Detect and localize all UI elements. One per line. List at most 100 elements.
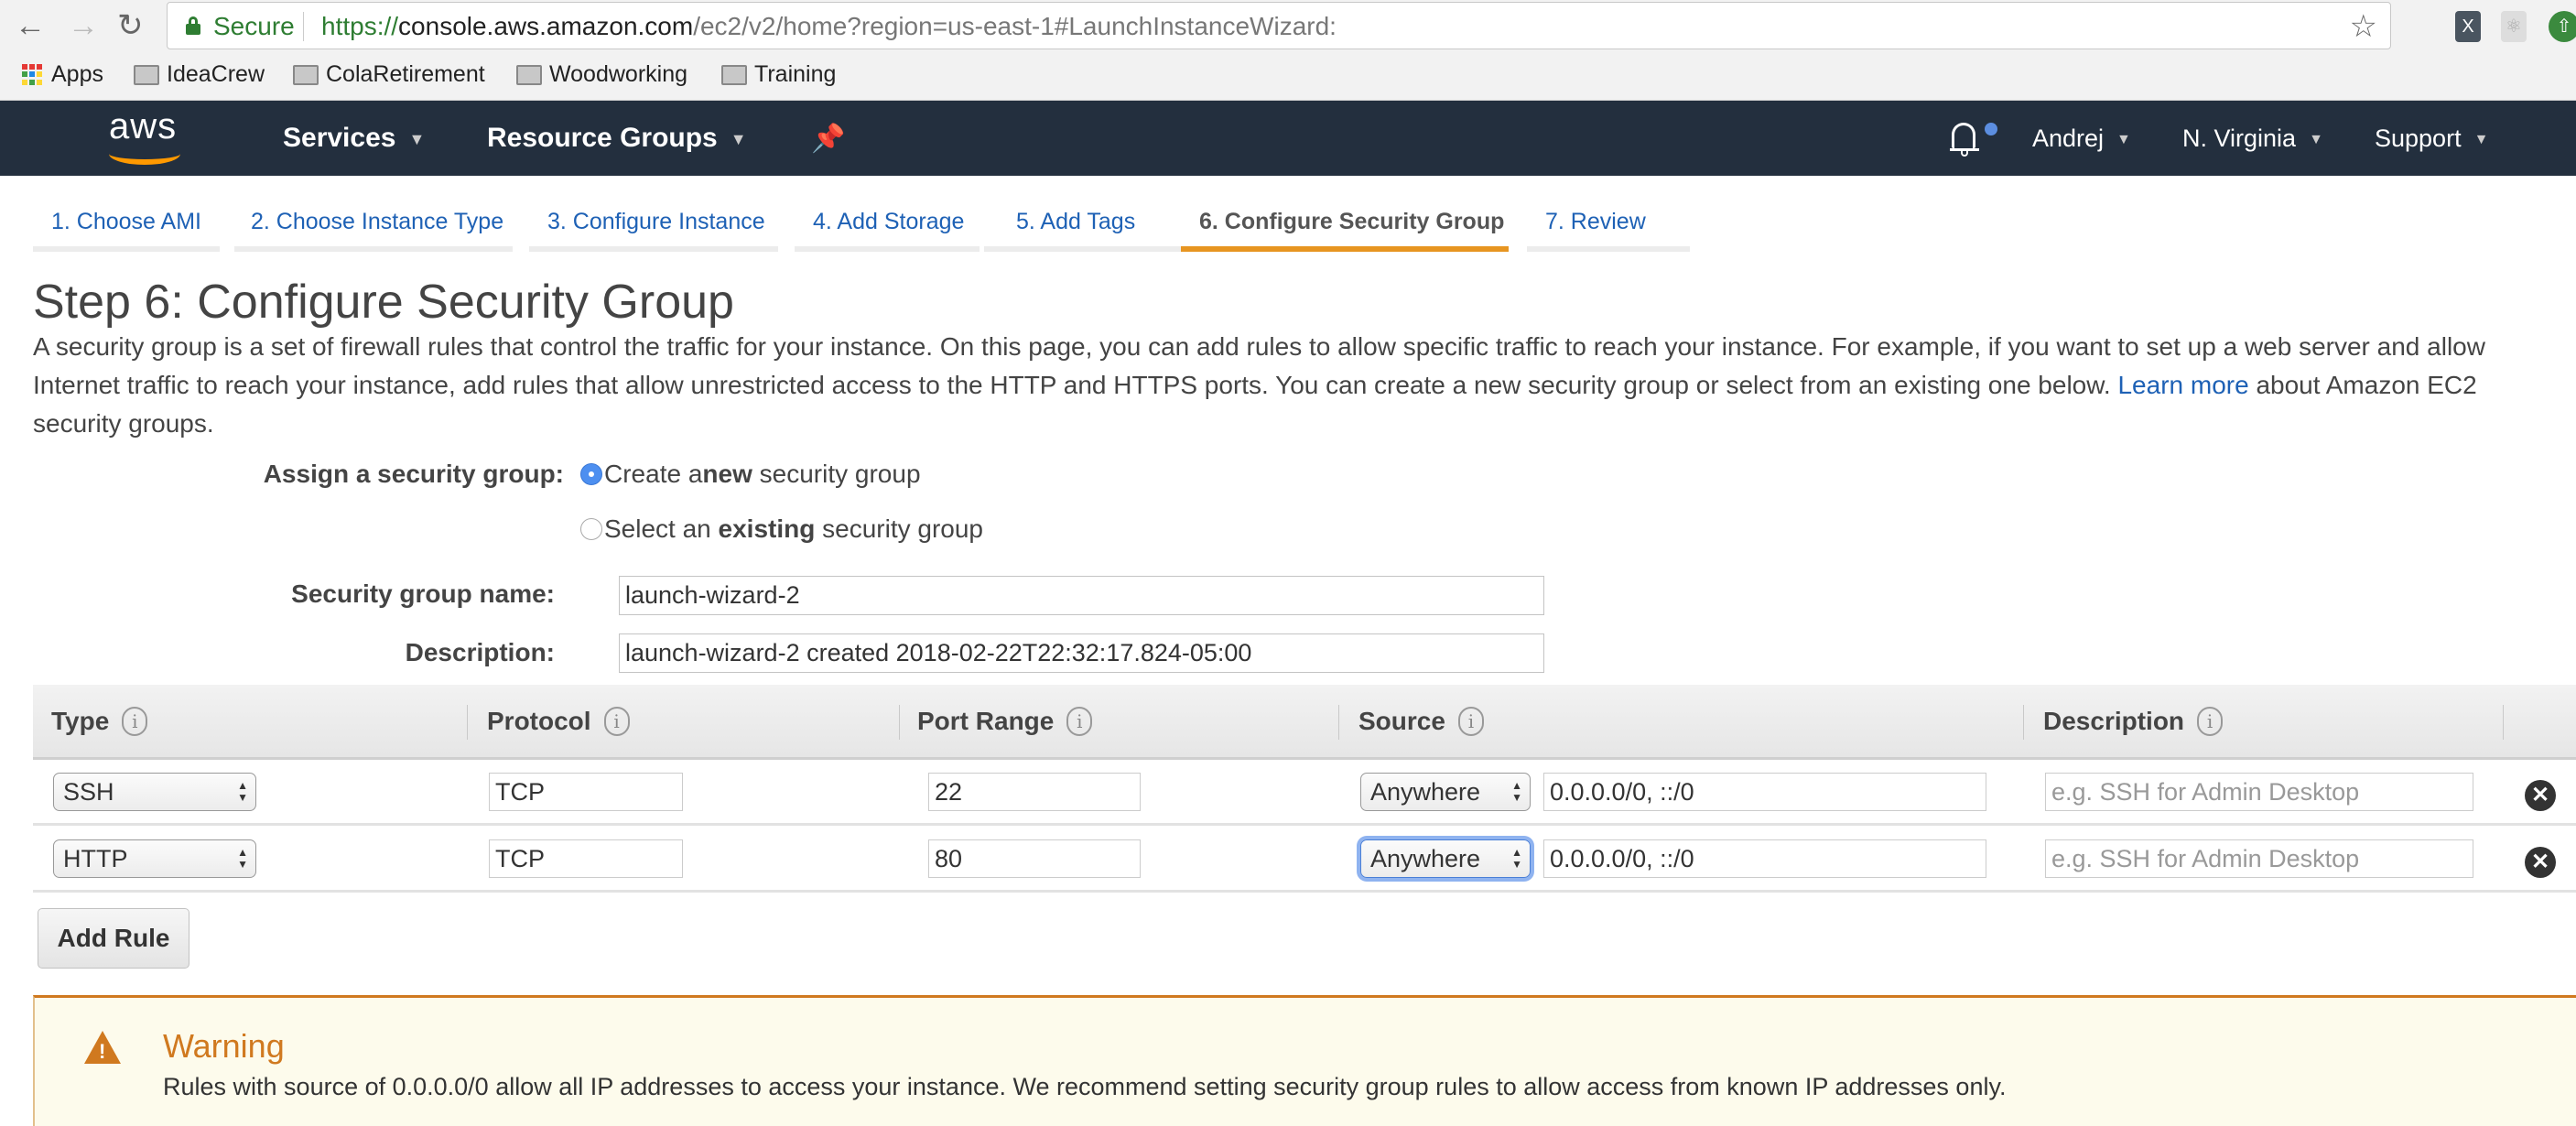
tab-add-storage[interactable]: 4. Add Storage: [813, 209, 964, 235]
col-type: Type i: [51, 707, 148, 736]
services-menu[interactable]: Services ▼: [283, 123, 425, 154]
tab-indicator: [795, 246, 980, 252]
aws-logo[interactable]: aws: [105, 106, 188, 165]
description-input[interactable]: [619, 633, 1544, 673]
user-menu[interactable]: Andrej ▼: [2032, 125, 2131, 153]
extension-upload-icon[interactable]: ⇧: [2549, 11, 2576, 42]
info-icon[interactable]: i: [2197, 707, 2224, 736]
source-cidr-input[interactable]: 0.0.0.0/0, ::/0: [1543, 839, 1986, 878]
bell-icon[interactable]: [1950, 121, 1979, 157]
tab-add-tags[interactable]: 5. Add Tags: [1016, 209, 1135, 235]
aws-logo-text: aws: [109, 106, 178, 146]
type-select[interactable]: HTTP ▲ ▼: [53, 839, 256, 878]
forward-icon[interactable]: →: [68, 7, 99, 44]
bookmark-ideacrew[interactable]: IdeaCrew: [134, 61, 265, 88]
divider: [303, 12, 304, 41]
url-host: console.aws.amazon.com: [398, 12, 694, 40]
rules-table-header: Type i Protocol i Port Range i Source i Desc…: [33, 685, 2576, 760]
radio-label: security group: [815, 514, 983, 543]
url-scheme: https://: [321, 12, 399, 40]
warning-icon: !: [84, 1031, 121, 1064]
col-source: Source i: [1358, 707, 1484, 736]
learn-more-link[interactable]: Learn more: [2117, 371, 2248, 399]
tab-indicator-active: [1181, 246, 1509, 252]
rule-row: SSH ▲ ▼ TCP 22 Anywhere ▲ ▼ 0.0.0.0/0, ::/0 …: [33, 760, 2576, 826]
resource-groups-menu[interactable]: Resource Groups ▼: [487, 123, 747, 154]
radio-unselected[interactable]: [580, 518, 602, 540]
tab-indicator: [33, 246, 220, 252]
radio-select-existing[interactable]: Select an existing security group: [580, 514, 983, 544]
col-port-range: Port Range i: [917, 707, 1093, 736]
notification-dot: [1985, 123, 1997, 135]
chevron-down-icon: ▼: [730, 129, 747, 148]
security-group-name-input[interactable]: [619, 576, 1544, 615]
remove-rule-icon[interactable]: ✕: [2525, 780, 2556, 811]
select-arrows-icon: ▲ ▼: [1511, 846, 1522, 871]
tab-review[interactable]: 7. Review: [1545, 209, 1646, 235]
col-label: Protocol: [487, 707, 591, 735]
type-select[interactable]: SSH ▲ ▼: [53, 773, 256, 811]
port-range-input[interactable]: 80: [928, 839, 1141, 878]
region-menu[interactable]: N. Virginia ▼: [2182, 125, 2323, 153]
folder-icon: [721, 64, 747, 85]
add-rule-button[interactable]: Add Rule: [38, 908, 189, 969]
port-range-input[interactable]: 22: [928, 773, 1141, 811]
url-text[interactable]: https://console.aws.amazon.com/ec2/v2/ho…: [321, 12, 1337, 41]
tab-choose-ami[interactable]: 1. Choose AMI: [51, 209, 201, 235]
chevron-down-icon: ▼: [2473, 131, 2489, 147]
tab-configure-instance[interactable]: 3. Configure Instance: [547, 209, 765, 235]
pin-icon[interactable]: 📌: [811, 123, 845, 155]
info-icon[interactable]: i: [1457, 707, 1484, 736]
col-description: Description i: [2043, 707, 2224, 736]
divider: [467, 705, 468, 740]
info-icon[interactable]: i: [1066, 707, 1093, 736]
extension-x-icon[interactable]: X: [2455, 11, 2481, 42]
tab-indicator: [984, 246, 1187, 252]
col-label: Description: [2043, 707, 2185, 735]
reload-icon[interactable]: ↻: [117, 7, 144, 44]
back-icon[interactable]: ←: [15, 7, 46, 44]
rule-row: HTTP ▲ ▼ TCP 80 Anywhere ▲ ▼ 0.0.0.0/0, ::/0…: [33, 827, 2576, 893]
radio-selected[interactable]: [580, 463, 602, 485]
bookmark-label: Training: [754, 61, 837, 87]
col-protocol: Protocol i: [487, 707, 630, 736]
bookmark-training[interactable]: Training: [721, 61, 836, 88]
radio-create-new[interactable]: Create a new security group: [580, 460, 921, 489]
source-select[interactable]: Anywhere ▲ ▼: [1360, 773, 1531, 811]
chevron-down-icon: ▼: [408, 129, 426, 148]
info-icon[interactable]: i: [122, 707, 148, 736]
divider: [899, 705, 900, 740]
bookmark-apps[interactable]: Apps: [22, 61, 103, 88]
url-path: /ec2/v2/home?region=us-east-1#LaunchInst…: [693, 12, 1337, 40]
bookmark-colaretirement[interactable]: ColaRetirement: [293, 61, 485, 88]
col-label: Port Range: [917, 707, 1055, 735]
assign-security-group-label: Assign a security group:: [263, 460, 564, 488]
protocol-field[interactable]: TCP: [489, 773, 683, 811]
bookmark-label: Apps: [51, 61, 103, 87]
lock-icon: [186, 16, 200, 35]
support-menu[interactable]: Support ▼: [2375, 125, 2488, 153]
warning-box: ! Warning Rules with source of 0.0.0.0/0…: [33, 995, 2576, 1126]
divider: [1338, 705, 1339, 740]
warning-text: Rules with source of 0.0.0.0/0 allow all…: [163, 1073, 2007, 1100]
address-bar[interactable]: Secure https://console.aws.amazon.com/ec…: [167, 2, 2391, 49]
rule-description-input[interactable]: e.g. SSH for Admin Desktop: [2045, 773, 2473, 811]
tab-choose-instance-type[interactable]: 2. Choose Instance Type: [251, 209, 503, 235]
source-cidr-input[interactable]: 0.0.0.0/0, ::/0: [1543, 773, 1986, 811]
tab-configure-security-group[interactable]: 6. Configure Security Group: [1199, 209, 1504, 235]
radio-label: security group: [752, 460, 921, 488]
info-icon[interactable]: i: [603, 707, 630, 736]
bookmark-label: Woodworking: [549, 61, 688, 87]
react-devtools-icon[interactable]: ⚛: [2501, 11, 2527, 42]
source-select[interactable]: Anywhere ▲ ▼: [1360, 839, 1531, 878]
bookmark-woodworking[interactable]: Woodworking: [516, 61, 687, 88]
remove-rule-icon[interactable]: ✕: [2525, 847, 2556, 878]
select-arrows-icon: ▲ ▼: [237, 846, 248, 871]
browser-toolbar: ← → ↻ Secure https://console.aws.amazon.…: [0, 0, 2576, 52]
resource-groups-label: Resource Groups: [487, 123, 718, 153]
rule-description-input[interactable]: e.g. SSH for Admin Desktop: [2045, 839, 2473, 878]
protocol-field[interactable]: TCP: [489, 839, 683, 878]
select-value: SSH: [63, 778, 114, 806]
radio-label-bold: existing: [718, 514, 816, 543]
bookmark-star-icon[interactable]: ☆: [2350, 8, 2377, 45]
